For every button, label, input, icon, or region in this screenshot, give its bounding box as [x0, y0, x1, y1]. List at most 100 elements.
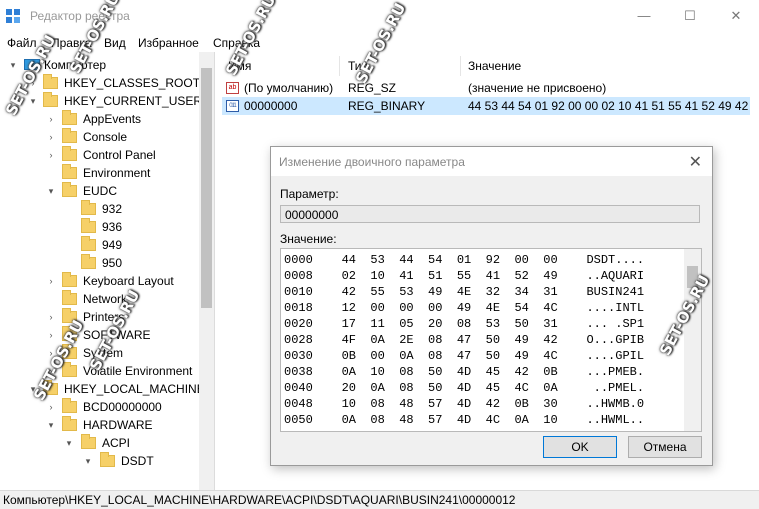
column-separator[interactable] — [460, 56, 461, 76]
binary-value-icon: 011 — [226, 100, 239, 112]
column-header-data[interactable]: Значение — [468, 59, 521, 73]
tree-item-appevents[interactable]: › AppEvents — [0, 110, 199, 128]
expand-arrow-icon[interactable]: ▾ — [8, 56, 18, 74]
tree-item-console[interactable]: › Console — [0, 128, 199, 146]
folder-icon — [62, 290, 77, 305]
tree-item-label: EUDC — [83, 184, 118, 198]
collapse-arrow-icon[interactable]: ▾ — [83, 452, 93, 470]
hex-row[interactable]: 0010 42 55 53 49 4E 32 34 31 BUSIN241 — [284, 284, 644, 300]
tree-item-label: 949 — [102, 238, 123, 252]
dialog-close-icon[interactable]: ✕ — [689, 152, 702, 172]
folder-icon — [62, 146, 77, 161]
folder-icon — [81, 434, 96, 449]
folder-icon — [62, 110, 77, 125]
expand-arrow-icon[interactable]: › — [46, 110, 56, 128]
edit-binary-dialog: Изменение двоичного параметра ✕ Параметр… — [270, 146, 713, 466]
tree-item-950[interactable]: 950 — [0, 254, 199, 272]
tree-item-label: HKEY_LOCAL_MACHINE — [64, 382, 205, 396]
cancel-button[interactable]: Отмена — [628, 436, 702, 458]
value-label: Значение: — [280, 232, 337, 246]
hex-row[interactable]: 0030 0B 00 0A 08 47 50 49 4C ....GPIL — [284, 348, 644, 364]
value-name: (По умолчанию) — [244, 81, 334, 95]
expand-arrow-icon[interactable]: › — [46, 146, 56, 164]
ok-button[interactable]: OK — [543, 436, 617, 458]
tree-item-932[interactable]: 932 — [0, 200, 199, 218]
value-data: 44 53 44 54 01 92 00 00 02 10 41 51 55 4… — [468, 99, 750, 113]
hex-row[interactable]: 0000 44 53 44 54 01 92 00 00 DSDT.... — [284, 252, 644, 268]
folder-icon — [43, 74, 58, 89]
tree-item-printers[interactable]: › Printers — [0, 308, 199, 326]
registry-tree[interactable]: ▾ Компьютер › HKEY_CLASSES_ROOT ▾ HKEY_C… — [0, 52, 215, 492]
minimize-button[interactable]: — — [621, 0, 667, 32]
values-header: Имя Тип Значение — [222, 56, 759, 76]
close-button[interactable]: ✕ — [713, 0, 759, 32]
folder-icon — [81, 236, 96, 251]
hex-row[interactable]: 0048 10 08 48 57 4D 42 0B 30 ..HWMB.0 — [284, 396, 644, 412]
menu-view[interactable]: Вид — [104, 36, 126, 50]
tree-item-dsdt[interactable]: ▾ DSDT — [0, 452, 199, 470]
param-label: Параметр: — [280, 187, 339, 201]
scrollbar-thumb[interactable] — [201, 68, 212, 308]
hex-row[interactable]: 0008 02 10 41 51 55 41 52 49 ..AQUARI — [284, 268, 644, 284]
hex-row[interactable]: 0020 17 11 05 20 08 53 50 31 ... .SP1 — [284, 316, 644, 332]
menu-favorites[interactable]: Избранное — [138, 36, 199, 50]
expand-arrow-icon[interactable]: › — [46, 308, 56, 326]
tree-item-label: ACPI — [102, 436, 131, 450]
tree-item-network[interactable]: Network — [0, 290, 199, 308]
tree-item-label: BCD00000000 — [83, 400, 162, 414]
string-value-icon: ab — [226, 82, 239, 94]
tree-item-label: Environment — [83, 166, 151, 180]
dialog-title-bar: Изменение двоичного параметра ✕ — [271, 147, 712, 176]
folder-icon — [62, 416, 77, 431]
hex-row[interactable]: 0018 12 00 00 00 49 4E 54 4C ....INTL — [284, 300, 644, 316]
tree-item-label: 950 — [102, 256, 123, 270]
folder-icon — [81, 254, 96, 269]
folder-icon — [43, 92, 58, 107]
tree-item-936[interactable]: 936 — [0, 218, 199, 236]
tree-item-hardware[interactable]: ▾ HARDWARE — [0, 416, 199, 434]
value-type: REG_SZ — [348, 81, 397, 95]
folder-icon — [100, 452, 115, 467]
folder-icon — [62, 182, 77, 197]
tree-item-label: HARDWARE — [83, 418, 153, 432]
registry-app-icon — [6, 9, 20, 23]
tree-item-bcd[interactable]: › BCD00000000 — [0, 398, 199, 416]
tree-item-environment[interactable]: Environment — [0, 164, 199, 182]
tree-item-control-panel[interactable]: › Control Panel — [0, 146, 199, 164]
hex-editor[interactable]: 0000 44 53 44 54 01 92 00 00 DSDT.... 00… — [280, 248, 702, 432]
value-type: REG_BINARY — [348, 99, 426, 113]
expand-arrow-icon[interactable]: › — [46, 326, 56, 344]
column-separator[interactable] — [339, 56, 340, 76]
tree-item-acpi[interactable]: ▾ ACPI — [0, 434, 199, 452]
tree-item-label: HKEY_CURRENT_USER — [64, 94, 203, 108]
menu-file[interactable]: Файл — [7, 36, 37, 50]
maximize-button[interactable]: ☐ — [667, 0, 713, 32]
tree-item-label: Console — [83, 130, 128, 144]
folder-icon — [62, 398, 77, 413]
folder-icon — [62, 128, 77, 143]
value-name: 00000000 — [244, 99, 298, 113]
tree-scrollbar[interactable] — [199, 52, 214, 492]
tree-item-eudc[interactable]: ▾ EUDC — [0, 182, 199, 200]
expand-arrow-icon[interactable]: › — [46, 128, 56, 146]
expand-arrow-icon[interactable]: › — [46, 398, 56, 416]
tree-item-label: AppEvents — [83, 112, 142, 126]
collapse-arrow-icon[interactable]: ▾ — [46, 416, 56, 434]
value-row-00000000[interactable]: 011 00000000 REG_BINARY 44 53 44 54 01 9… — [222, 97, 750, 115]
tree-item-label: 932 — [102, 202, 123, 216]
dialog-title: Изменение двоичного параметра — [279, 155, 465, 169]
collapse-arrow-icon[interactable]: ▾ — [46, 182, 56, 200]
tree-item-label: HKEY_CLASSES_ROOT — [64, 76, 201, 90]
hex-row[interactable]: 0038 0A 10 08 50 4D 45 42 0B ...PMEB. — [284, 364, 644, 380]
tree-item-keyboard-layout[interactable]: › Keyboard Layout — [0, 272, 199, 290]
status-bar-path: Компьютер\HKEY_LOCAL_MACHINE\HARDWARE\AC… — [0, 490, 759, 509]
collapse-arrow-icon[interactable]: ▾ — [64, 434, 74, 452]
hex-row[interactable]: 0050 0A 08 48 57 4D 4C 0A 10 ..HWML.. — [284, 412, 644, 428]
tree-item-949[interactable]: 949 — [0, 236, 199, 254]
tree-item-label: Control Panel — [83, 148, 156, 162]
hex-row[interactable]: 0040 20 0A 08 50 4D 45 4C 0A ..PMEL. — [284, 380, 644, 396]
value-row-default[interactable]: ab (По умолчанию) REG_SZ (значение не пр… — [222, 79, 750, 97]
tree-item-label: 936 — [102, 220, 123, 234]
hex-row[interactable]: 0028 4F 0A 2E 08 47 50 49 42 O...GPIB — [284, 332, 644, 348]
expand-arrow-icon[interactable]: › — [46, 272, 56, 290]
